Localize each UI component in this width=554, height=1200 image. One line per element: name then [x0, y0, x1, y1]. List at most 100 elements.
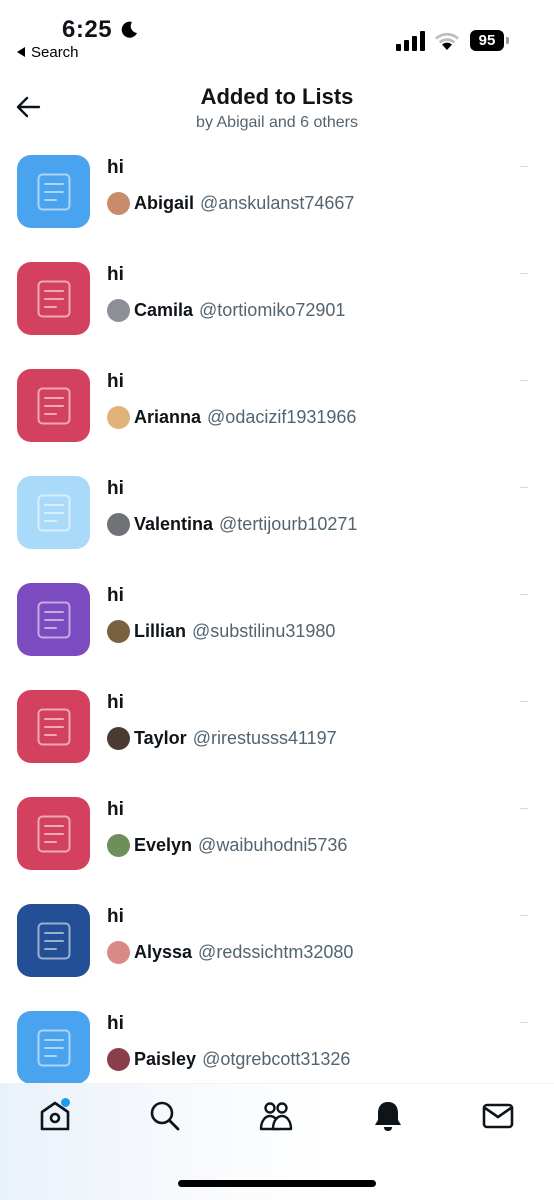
owner-avatar — [107, 726, 130, 750]
list-item[interactable]: hi Evelyn @waibuhodni5736 — [0, 790, 554, 897]
row-divider-mark — [520, 808, 528, 809]
battery-level: 95 — [470, 30, 504, 51]
list-thumbnail — [17, 476, 90, 549]
list-item[interactable]: hi Arianna @odacizif1931966 — [0, 362, 554, 469]
owner-handle: @anskulanst74667 — [200, 192, 355, 213]
search-icon — [150, 1101, 180, 1131]
tab-home[interactable] — [37, 1098, 77, 1138]
list-owner[interactable]: Evelyn @waibuhodni5736 — [107, 833, 347, 857]
list-owner[interactable]: Alyssa @redssichtm32080 — [107, 940, 353, 964]
row-divider-mark — [520, 1022, 528, 1023]
list-icon — [37, 922, 71, 960]
row-divider-mark — [520, 487, 528, 488]
list-item[interactable]: hi Lillian @substilinu31980 — [0, 576, 554, 683]
list-icon — [37, 708, 71, 746]
row-divider-mark — [520, 166, 528, 167]
row-divider-mark — [520, 701, 528, 702]
mail-icon — [482, 1103, 514, 1129]
list-icon — [37, 815, 71, 853]
list-thumbnail — [17, 1011, 90, 1083]
list-item[interactable]: hi Paisley @otgrebcott31326 — [0, 1004, 554, 1083]
owner-handle: @redssichtm32080 — [198, 941, 354, 962]
battery-indicator: 95 — [470, 30, 510, 51]
status-bar: 6:25 Search 95 — [0, 0, 554, 66]
wifi-icon — [435, 32, 459, 50]
list-owner[interactable]: Taylor @rirestusss41197 — [107, 726, 337, 750]
list-name: hi — [107, 585, 124, 606]
list-icon — [37, 387, 71, 425]
list-owner[interactable]: Arianna @odacizif1931966 — [107, 405, 356, 429]
home-indicator — [178, 1180, 376, 1187]
list-item[interactable]: hi Camila @tortiomiko72901 — [0, 255, 554, 362]
communities-icon — [259, 1102, 293, 1131]
owner-name: Camila — [134, 299, 194, 320]
owner-name: Alyssa — [134, 941, 193, 962]
tab-explore[interactable] — [147, 1098, 187, 1138]
tab-messages[interactable] — [480, 1098, 520, 1138]
list-icon — [37, 173, 71, 211]
owner-avatar — [107, 833, 130, 857]
list-owner[interactable]: Camila @tortiomiko72901 — [107, 298, 345, 322]
cellular-signal-icon — [396, 31, 425, 51]
owner-handle: @tertijourb10271 — [219, 513, 358, 534]
list-thumbnail — [17, 904, 90, 977]
list-icon — [37, 280, 71, 318]
list-name: hi — [107, 157, 124, 178]
list-owner[interactable]: Lillian @substilinu31980 — [107, 619, 335, 643]
battery-cap — [506, 37, 509, 44]
row-divider-mark — [520, 380, 528, 381]
list-thumbnail — [17, 583, 90, 656]
status-time: 6:25 — [62, 16, 113, 43]
list-thumbnail — [17, 155, 90, 228]
owner-handle: @waibuhodni5736 — [198, 834, 348, 855]
owner-handle: @substilinu31980 — [192, 620, 336, 641]
list-name: hi — [107, 906, 124, 927]
back-app-label: Search — [31, 44, 79, 61]
owner-avatar — [107, 512, 130, 536]
back-to-app-link[interactable]: Search — [17, 44, 79, 61]
owner-handle: @otgrebcott31326 — [202, 1048, 351, 1069]
list-owner[interactable]: Abigail @anskulanst74667 — [107, 191, 354, 215]
list-item[interactable]: hi Valentina @tertijourb10271 — [0, 469, 554, 576]
owner-handle: @odacizif1931966 — [207, 406, 357, 427]
row-divider-mark — [520, 594, 528, 595]
owner-name: Evelyn — [134, 834, 193, 855]
lists-list: hi Abigail @anskulanst74667 hi Camila @t… — [0, 148, 554, 1083]
owner-name: Lillian — [134, 620, 187, 641]
owner-name: Abigail — [134, 192, 195, 213]
list-name: hi — [107, 478, 124, 499]
owner-name: Valentina — [134, 513, 214, 534]
list-owner[interactable]: Paisley @otgrebcott31326 — [107, 1047, 350, 1071]
tab-notifications[interactable] — [370, 1098, 410, 1138]
owner-name: Taylor — [134, 727, 187, 748]
owner-handle: @tortiomiko72901 — [199, 299, 346, 320]
owner-avatar — [107, 191, 130, 215]
owner-name: Paisley — [134, 1048, 197, 1069]
home-notification-dot — [61, 1098, 70, 1107]
row-divider-mark — [520, 915, 528, 916]
list-name: hi — [107, 1013, 124, 1034]
owner-avatar — [107, 619, 130, 643]
owner-name: Arianna — [134, 406, 202, 427]
page-title: Added to Lists — [200, 84, 354, 109]
list-item[interactable]: hi Taylor @rirestusss41197 — [0, 683, 554, 790]
page-header: Added to Lists by Abigail and 6 others — [0, 72, 554, 144]
bell-icon — [375, 1102, 401, 1131]
back-triangle-icon — [17, 47, 25, 57]
list-thumbnail — [17, 369, 90, 442]
list-name: hi — [107, 799, 124, 820]
owner-avatar — [107, 405, 130, 429]
list-item[interactable]: hi Alyssa @redssichtm32080 — [0, 897, 554, 1004]
list-thumbnail — [17, 690, 90, 763]
page-subtitle: by Abigail and 6 others — [196, 114, 358, 131]
tab-communities[interactable] — [258, 1098, 298, 1138]
list-thumbnail — [17, 797, 90, 870]
list-item[interactable]: hi Abigail @anskulanst74667 — [0, 148, 554, 255]
list-owner[interactable]: Valentina @tertijourb10271 — [107, 512, 357, 536]
list-name: hi — [107, 692, 124, 713]
owner-handle: @rirestusss41197 — [192, 727, 337, 748]
row-divider-mark — [520, 273, 528, 274]
list-name: hi — [107, 371, 124, 392]
list-thumbnail — [17, 262, 90, 335]
list-icon — [37, 601, 71, 639]
